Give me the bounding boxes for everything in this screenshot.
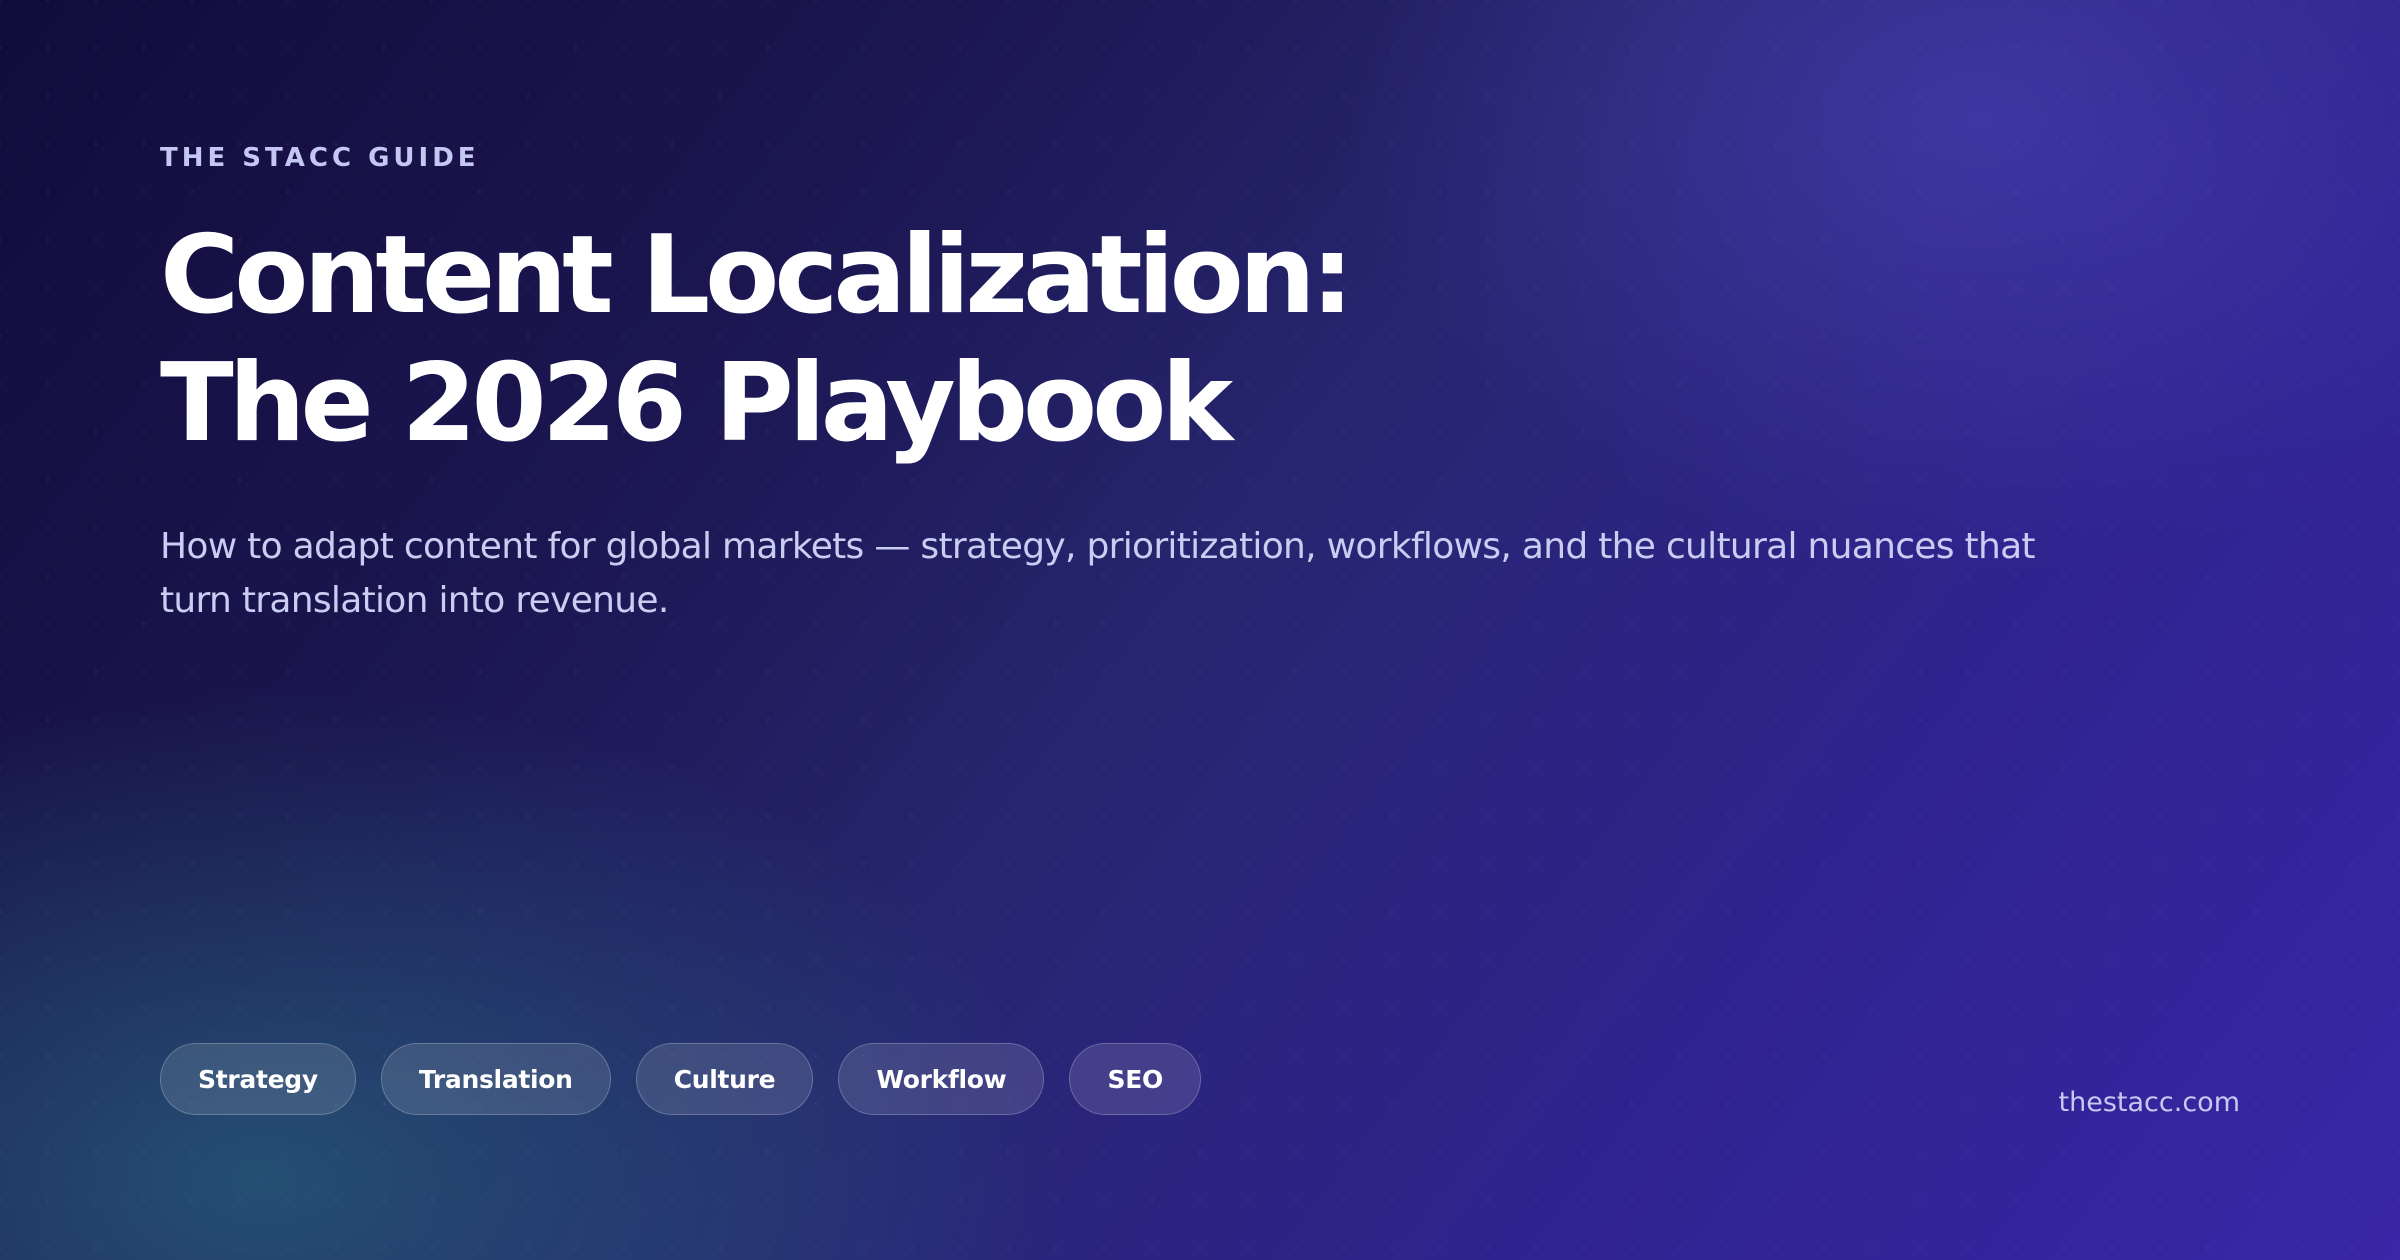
hero-banner: THE STACC GUIDE Content Localization: Th… xyxy=(0,0,2400,1260)
tag-workflow: Workflow xyxy=(838,1043,1045,1115)
tag-list: Strategy Translation Culture Workflow SE… xyxy=(160,1043,1201,1115)
page-subtitle: How to adapt content for global markets … xyxy=(160,526,2036,621)
page-title-line-1: Content Localization: xyxy=(160,213,1354,338)
page-title: Content Localization: The 2026 Playbook xyxy=(160,212,2240,468)
tag-culture: Culture xyxy=(635,1043,814,1115)
page-title-line-2: The 2026 Playbook xyxy=(160,341,1233,466)
eyebrow-label: THE STACC GUIDE xyxy=(160,143,480,173)
hero-content: THE STACC GUIDE Content Localization: Th… xyxy=(160,138,2240,628)
tag-seo: SEO xyxy=(1069,1043,1201,1115)
tag-translation: Translation xyxy=(380,1043,611,1115)
site-domain: thestacc.com xyxy=(2058,1087,2240,1118)
tag-strategy: Strategy xyxy=(160,1043,356,1115)
